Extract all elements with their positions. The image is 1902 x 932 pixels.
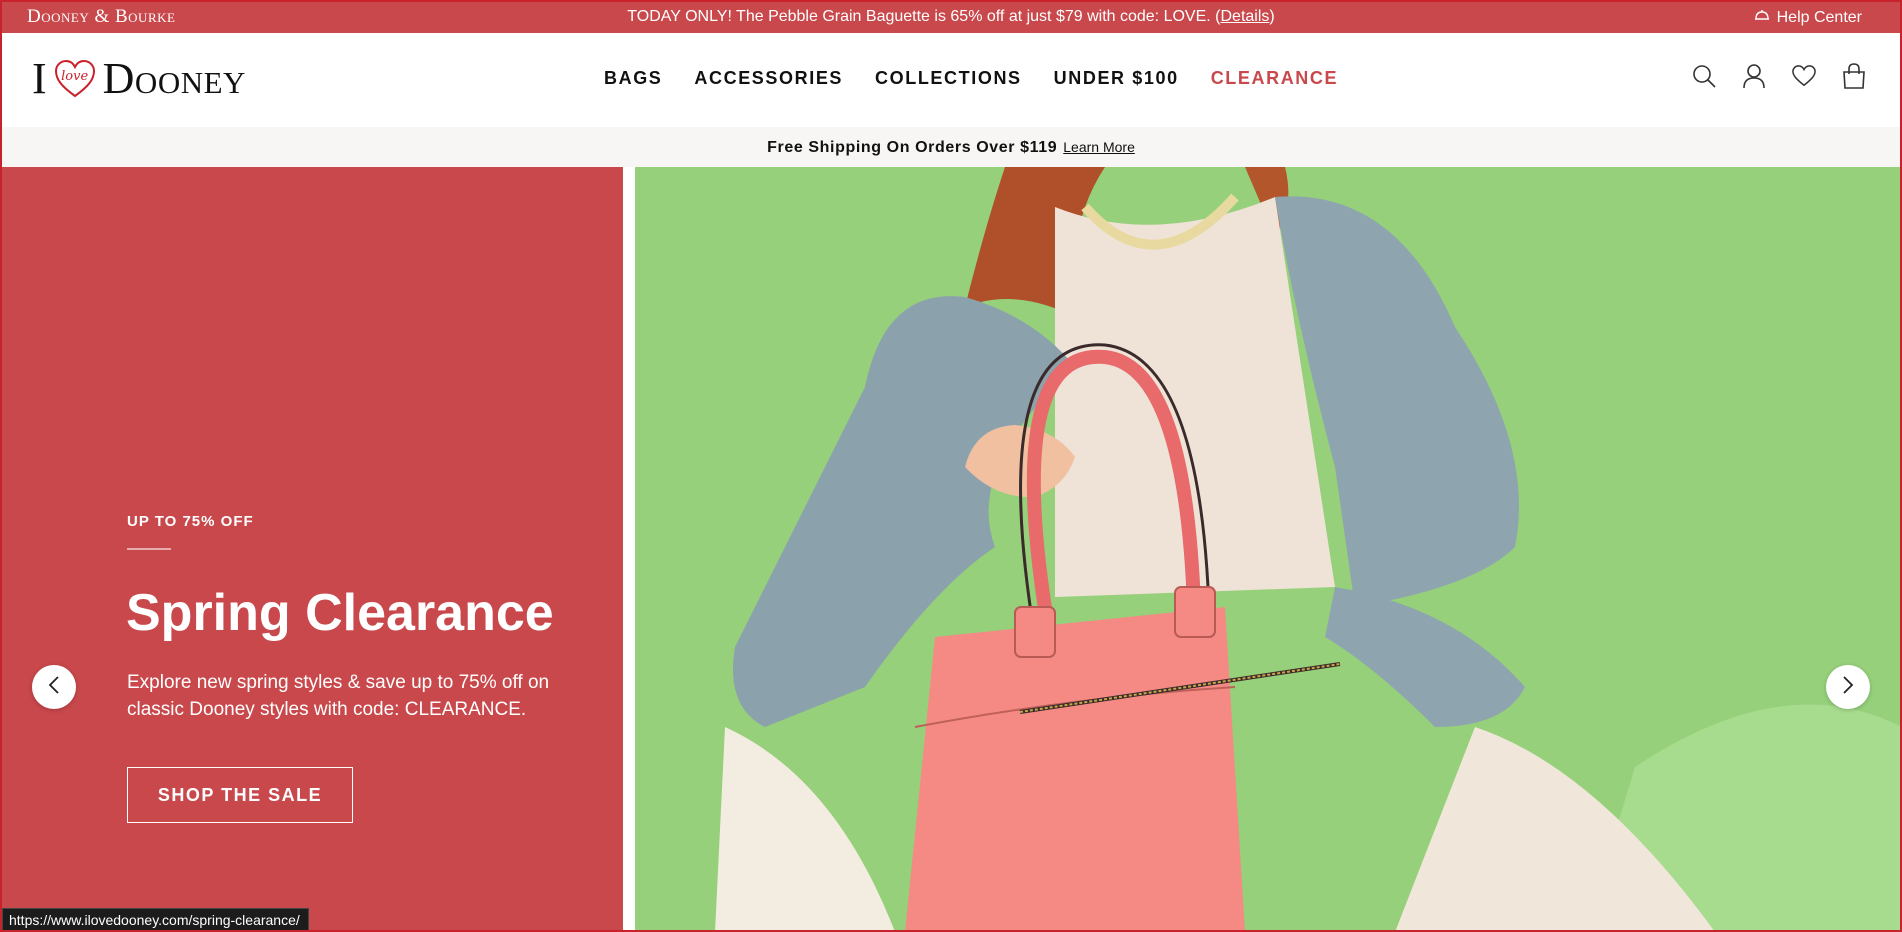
shipping-banner: Free Shipping On Orders Over $119 Learn M… xyxy=(0,127,1902,167)
site-header: I love Dooney BAGS ACCESSORIES COLLECTIO… xyxy=(0,33,1902,127)
hero-divider xyxy=(127,548,171,550)
hero-illustration xyxy=(635,167,1902,932)
promo-text: TODAY ONLY! The Pebble Grain Baguette is… xyxy=(627,8,1221,25)
chevron-left-icon xyxy=(47,675,61,700)
help-bell-icon xyxy=(1754,8,1770,27)
search-icon[interactable] xyxy=(1692,61,1716,91)
promo-text-end: ) xyxy=(1269,8,1275,25)
shipping-text: Free Shipping On Orders Over $119 xyxy=(767,139,1058,156)
carousel-prev-button[interactable] xyxy=(32,665,76,709)
logo-i: I xyxy=(32,54,47,103)
hero-title: Spring Clearance xyxy=(126,584,554,642)
hero-kicker: UP TO 75% OFF xyxy=(127,513,254,530)
help-center-label: Help Center xyxy=(1776,8,1862,26)
carousel-next-button[interactable] xyxy=(1826,665,1870,709)
nav-collections[interactable]: COLLECTIONS xyxy=(875,68,1022,89)
browser-status-url: https://www.ilovedooney.com/spring-clear… xyxy=(2,908,309,932)
help-center-link[interactable]: Help Center xyxy=(1754,8,1862,27)
main-nav: BAGS ACCESSORIES COLLECTIONS UNDER $100 … xyxy=(604,68,1338,89)
nav-bags[interactable]: BAGS xyxy=(604,68,662,89)
logo-wordmark: Dooney xyxy=(102,54,246,103)
hero-image[interactable] xyxy=(635,167,1902,932)
hero-text-panel: UP TO 75% OFF Spring Clearance Explore n… xyxy=(0,167,623,932)
shopping-bag-icon[interactable] xyxy=(1842,61,1866,91)
shop-the-sale-button[interactable]: SHOP THE SALE xyxy=(127,767,353,823)
promo-details-link[interactable]: Details xyxy=(1220,8,1269,25)
logo-love-text: love xyxy=(61,69,89,84)
promo-bar: Dooney & Bourke TODAY ONLY! The Pebble G… xyxy=(0,0,1902,33)
nav-accessories[interactable]: ACCESSORIES xyxy=(694,68,843,89)
promo-message: TODAY ONLY! The Pebble Grain Baguette is… xyxy=(0,8,1902,26)
header-icons xyxy=(1692,61,1866,91)
account-icon[interactable] xyxy=(1742,61,1766,91)
learn-more-link[interactable]: Learn More xyxy=(1063,139,1135,155)
nav-clearance[interactable]: CLEARANCE xyxy=(1211,68,1338,89)
hero-gap xyxy=(623,167,635,932)
chevron-right-icon xyxy=(1841,675,1855,700)
wishlist-heart-icon[interactable] xyxy=(1792,61,1816,91)
hero-description: Explore new spring styles & save up to 7… xyxy=(127,672,550,720)
i-love-dooney-logo[interactable]: I love Dooney xyxy=(32,57,246,101)
nav-under-100[interactable]: UNDER $100 xyxy=(1054,68,1179,89)
heart-logo-icon: love xyxy=(53,59,97,99)
